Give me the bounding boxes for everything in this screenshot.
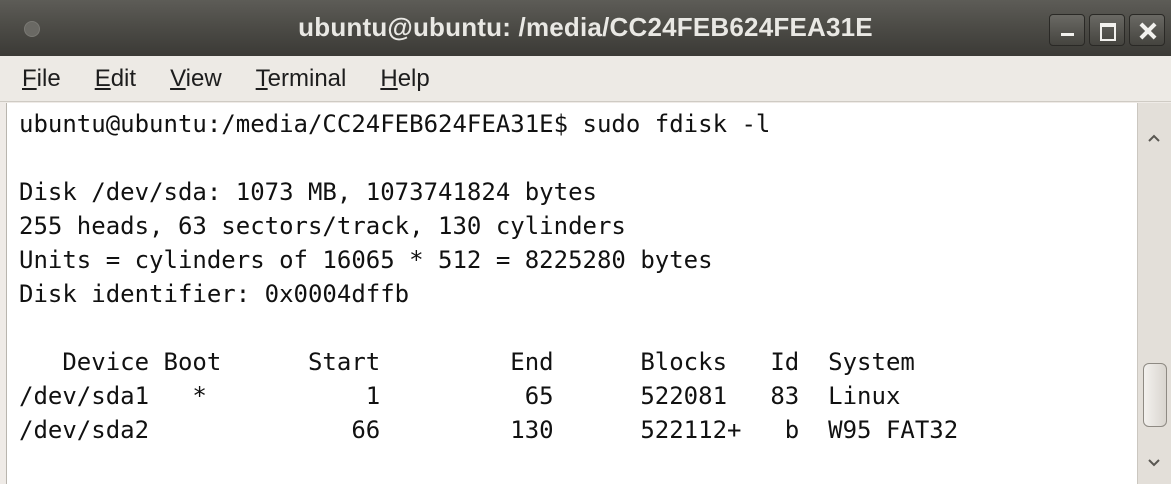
- scroll-thumb[interactable]: [1143, 363, 1167, 427]
- vertical-scrollbar[interactable]: [1137, 103, 1171, 484]
- menu-help-label: elp: [397, 64, 430, 92]
- menu-terminal[interactable]: Terminal: [256, 65, 347, 93]
- menu-view[interactable]: View: [170, 65, 222, 93]
- menu-file-mnemonic: F: [22, 64, 37, 92]
- terminal-window: ubuntu@ubuntu: /media/CC24FEB624FEA31E F…: [0, 0, 1171, 484]
- menu-terminal-label: erminal: [267, 64, 347, 92]
- menu-edit-mnemonic: E: [94, 64, 111, 92]
- close-button[interactable]: [1129, 14, 1165, 46]
- terminal-line: Disk identifier: 0x0004dffb: [19, 280, 410, 308]
- scroll-down-icon[interactable]: [1147, 458, 1161, 472]
- partition-row: /dev/sda2 66 130 522112+ b W95 FAT32: [19, 416, 959, 444]
- title-bar[interactable]: ubuntu@ubuntu: /media/CC24FEB624FEA31E: [0, 0, 1171, 57]
- terminal-output[interactable]: ubuntu@ubuntu:/media/CC24FEB624FEA31E$ s…: [6, 103, 1137, 484]
- menu-terminal-mnemonic: T: [255, 64, 268, 92]
- terminal-line: 255 heads, 63 sectors/track, 130 cylinde…: [19, 212, 626, 240]
- window-controls: [1049, 14, 1165, 46]
- scroll-up-icon[interactable]: [1147, 133, 1161, 147]
- terminal-line-prompt: ubuntu@ubuntu:/media/CC24FEB624FEA31E$ s…: [19, 110, 771, 138]
- terminal-line: Units = cylinders of 16065 * 512 = 82252…: [19, 246, 713, 274]
- window-title: ubuntu@ubuntu: /media/CC24FEB624FEA31E: [298, 12, 873, 42]
- menu-file-label: ile: [36, 64, 61, 92]
- menu-bar: File Edit View Terminal Help: [0, 56, 1171, 102]
- maximize-button[interactable]: [1089, 14, 1125, 46]
- minimize-icon: [1050, 15, 1084, 45]
- terminal-line: Disk /dev/sda: 1073 MB, 1073741824 bytes: [19, 178, 597, 206]
- minimize-button[interactable]: [1049, 14, 1085, 46]
- menu-view-label: iew: [185, 64, 222, 92]
- menu-edit-label: dit: [110, 64, 137, 92]
- partition-table-header: Device Boot Start End Blocks Id System: [19, 348, 915, 376]
- close-icon: [1130, 15, 1164, 45]
- menu-help-mnemonic: H: [380, 64, 398, 92]
- maximize-icon: [1090, 15, 1124, 45]
- partition-row: /dev/sda1 * 1 65 522081 83 Linux: [19, 382, 901, 410]
- menu-edit[interactable]: Edit: [95, 65, 136, 93]
- menu-file[interactable]: File: [22, 65, 61, 93]
- menu-view-mnemonic: V: [170, 64, 186, 92]
- menu-help[interactable]: Help: [380, 65, 429, 93]
